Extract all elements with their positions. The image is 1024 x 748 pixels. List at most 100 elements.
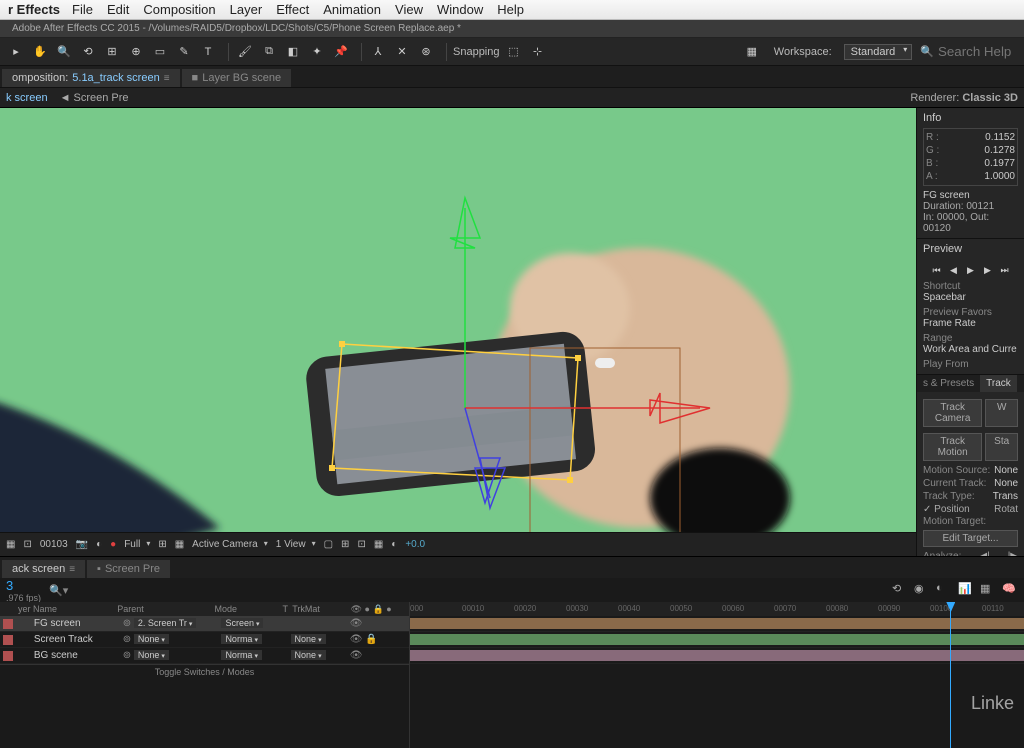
mb-icon[interactable]: ◐ <box>936 582 952 598</box>
draft3d-icon[interactable]: ▦ <box>980 582 996 598</box>
pan-behind-tool-icon[interactable]: ⊕ <box>126 42 146 62</box>
trkmat-dropdown[interactable]: None <box>291 634 326 644</box>
subtab-screen-pre[interactable]: ◄ Screen Pre <box>60 92 129 104</box>
search-input[interactable] <box>938 44 1018 59</box>
resolution-dropdown[interactable]: Full <box>124 539 150 550</box>
menu-edit[interactable]: Edit <box>107 2 129 17</box>
mode-dropdown[interactable]: Screen <box>221 618 263 628</box>
layer-bar[interactable] <box>410 650 1024 661</box>
hand-tool-icon[interactable]: ✋ <box>30 42 50 62</box>
edit-target-button[interactable]: Edit Target... <box>923 530 1018 547</box>
comp-tab-track-screen[interactable]: omposition: 5.1a_track screen ≡ <box>2 69 180 87</box>
selection-tool-icon[interactable]: ▸ <box>6 42 26 62</box>
warp-button[interactable]: W <box>985 399 1018 427</box>
analyze-back-icon[interactable]: ◀| <box>979 551 989 556</box>
motion-source[interactable]: None <box>994 465 1018 476</box>
snapping-toggle-icon[interactable]: ⬚ <box>504 42 524 62</box>
menu-composition[interactable]: Composition <box>143 2 215 17</box>
tab-menu-icon[interactable]: ≡ <box>69 564 75 575</box>
tl-tab-screen-pre[interactable]: ▪ Screen Pre <box>87 560 170 578</box>
frame-number[interactable]: 00103 <box>40 539 68 550</box>
menu-view[interactable]: View <box>395 2 423 17</box>
favors-value[interactable]: Frame Rate <box>923 318 1018 329</box>
rotation-check[interactable]: Rotat <box>994 504 1018 515</box>
rotate-tool-icon[interactable]: ⟲ <box>78 42 98 62</box>
subtab-screen[interactable]: k screen <box>6 92 48 104</box>
view-opt2-icon[interactable]: ⊞ <box>341 539 349 550</box>
menu-file[interactable]: File <box>72 2 93 17</box>
layer-color-swatch[interactable] <box>3 651 13 661</box>
menu-window[interactable]: Window <box>437 2 483 17</box>
zoom-indicator-icon[interactable]: ⊡ <box>23 539 31 550</box>
menu-effect[interactable]: Effect <box>276 2 309 17</box>
layer-switches[interactable]: 👁 <box>350 618 409 629</box>
camera-dropdown[interactable]: Active Camera <box>192 539 268 550</box>
brush-tool-icon[interactable]: 🖌 <box>235 42 255 62</box>
toggle-switches-button[interactable]: Toggle Switches / Modes <box>0 664 409 679</box>
shape-tool-icon[interactable]: ▭ <box>150 42 170 62</box>
snapping-opt-icon[interactable]: ⊹ <box>528 42 548 62</box>
menu-help[interactable]: Help <box>497 2 524 17</box>
pen-tool-icon[interactable]: ✎ <box>174 42 194 62</box>
parent-dropdown[interactable]: None <box>134 634 169 644</box>
playhead[interactable] <box>950 602 951 748</box>
layer-bar[interactable] <box>410 618 1024 629</box>
zoom-tool-icon[interactable]: 🔍 <box>54 42 74 62</box>
workspace-icon[interactable]: ▦ <box>742 42 762 62</box>
mode-dropdown[interactable]: Norma <box>221 634 262 644</box>
mask-toggle-icon[interactable]: ▦ <box>6 539 15 550</box>
puppet-tool-icon[interactable]: 📌 <box>331 42 351 62</box>
goto-end-icon[interactable]: ⏭ <box>998 263 1012 277</box>
layer-row[interactable]: BG scene⊚ NoneNormaNone👁 <box>0 648 409 664</box>
graph-icon[interactable]: 📊 <box>958 582 974 598</box>
workspace-dropdown[interactable]: Standard <box>844 44 913 60</box>
layer-switches[interactable]: 👁 <box>350 650 409 661</box>
eraser-tool-icon[interactable]: ◧ <box>283 42 303 62</box>
goto-start-icon[interactable]: ⏮ <box>930 263 944 277</box>
layer-bar[interactable] <box>410 634 1024 645</box>
camera-tool-icon[interactable]: ⊞ <box>102 42 122 62</box>
axis-tool-icon[interactable]: ⅄ <box>368 42 388 62</box>
track[interactable] <box>410 616 1024 632</box>
exposure-icon[interactable]: ◐ <box>391 539 397 550</box>
tl-tab-track-screen[interactable]: ack screen ≡ <box>2 560 85 578</box>
view-opt3-icon[interactable]: ⊡ <box>357 539 365 550</box>
axis2-tool-icon[interactable]: ✕ <box>392 42 412 62</box>
channel-icon[interactable]: ◐ <box>96 539 102 550</box>
tab-menu-icon[interactable]: ≡ <box>164 73 170 84</box>
tracker-tab[interactable]: Track <box>980 375 1017 392</box>
presets-tab[interactable]: s & Presets <box>917 375 980 392</box>
current-time[interactable]: 3 <box>6 578 41 593</box>
parent-dropdown[interactable]: None <box>134 650 169 660</box>
renderer-selector[interactable]: Renderer: Classic 3D <box>910 92 1018 104</box>
roi-icon[interactable]: ⊞ <box>158 539 166 550</box>
position-check[interactable]: ✓ Position <box>923 504 970 515</box>
timeline-search-icon[interactable]: 🔍▾ <box>49 584 68 597</box>
time-ruler[interactable]: 0000001000020000300004000050000600007000… <box>410 602 1024 616</box>
clone-tool-icon[interactable]: ⧉ <box>259 42 279 62</box>
track[interactable] <box>410 648 1024 664</box>
search-help[interactable]: 🔍 <box>920 44 1018 59</box>
text-tool-icon[interactable]: T <box>198 42 218 62</box>
prev-frame-icon[interactable]: ◀ <box>947 263 961 277</box>
track-motion-button[interactable]: Track Motion <box>923 433 982 461</box>
timeline-tracks-area[interactable]: 0000001000020000300004000050000600007000… <box>410 602 1024 748</box>
viewer-canvas[interactable] <box>0 108 916 532</box>
layer-color-swatch[interactable] <box>3 635 13 645</box>
next-frame-icon[interactable]: ▶ <box>981 263 995 277</box>
track[interactable] <box>410 632 1024 648</box>
view-opt1-icon[interactable]: ▢ <box>324 539 333 550</box>
brain-icon[interactable]: 🧠 <box>1002 582 1018 598</box>
layer-color-swatch[interactable] <box>3 619 13 629</box>
comp-tab-bg-scene[interactable]: ■ Layer BG scene <box>182 69 292 87</box>
color-mgmt-icon[interactable]: ● <box>110 539 116 550</box>
grid-icon[interactable]: ▦ <box>175 539 184 550</box>
axis3-tool-icon[interactable]: ⊛ <box>416 42 436 62</box>
shy-icon[interactable]: ⟲ <box>892 582 908 598</box>
blend-icon[interactable]: ◉ <box>914 582 930 598</box>
shortcut-value[interactable]: Spacebar <box>923 292 1018 303</box>
play-icon[interactable]: ▶ <box>964 263 978 277</box>
layer-switches[interactable]: 👁 🔒 <box>350 634 409 645</box>
layer-row[interactable]: Screen Track⊚ NoneNormaNone👁 🔒 <box>0 632 409 648</box>
menu-layer[interactable]: Layer <box>230 2 263 17</box>
